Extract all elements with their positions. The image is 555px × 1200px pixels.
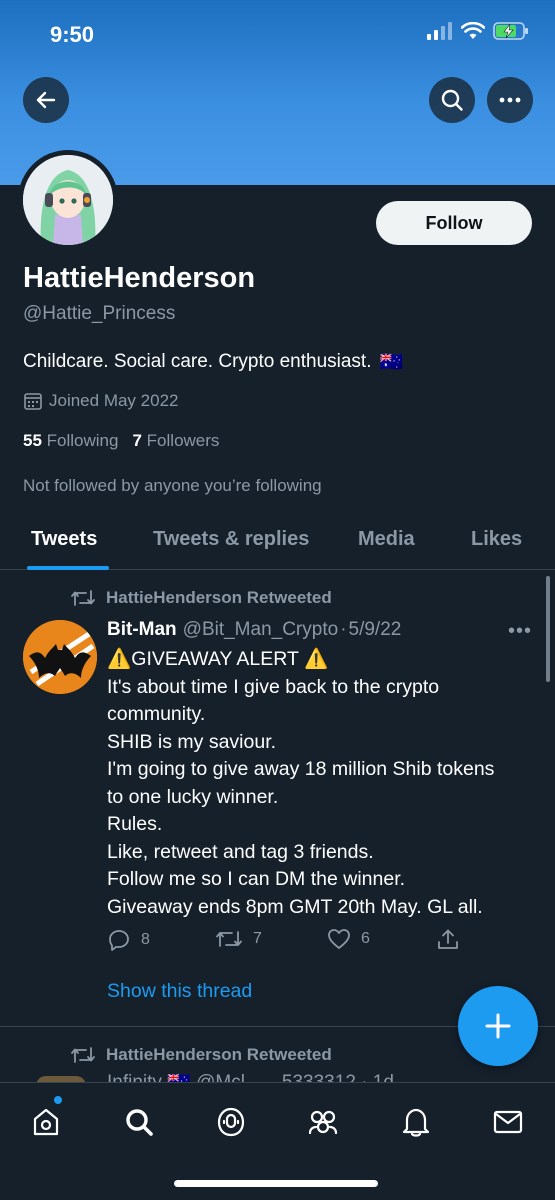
active-tab-indicator — [27, 566, 109, 570]
like-button[interactable]: 6 — [327, 928, 370, 950]
search-icon — [441, 89, 463, 111]
tweet-actions: 8 7 6 — [107, 928, 467, 954]
profile-tabs: Tweets Tweets & replies Media Likes — [0, 510, 555, 570]
home-indicator[interactable] — [174, 1180, 378, 1187]
tweet-meta-separator: · — [340, 619, 347, 640]
joined-text: Joined May 2022 — [49, 391, 179, 410]
joined-date: Joined May 2022 — [23, 391, 178, 411]
share-button[interactable] — [436, 928, 460, 952]
following-link[interactable]: 55 Following — [23, 431, 118, 451]
compose-tweet-button[interactable] — [458, 986, 538, 1066]
like-count: 6 — [361, 930, 370, 947]
plus-icon — [485, 1013, 511, 1039]
battery-charging-icon — [493, 22, 528, 40]
following-count: 55 — [23, 431, 42, 450]
home-icon — [33, 1108, 59, 1136]
tweet-header-partial-text: Infinity 🇦🇺 @Mcl...... 5333312 · 1d — [107, 1074, 487, 1082]
tweet-line: SHIB is my saviour. — [107, 730, 277, 753]
reply-button[interactable]: 8 — [107, 928, 150, 952]
tweet-author-handle[interactable]: @Bit_Man_Crypto — [183, 619, 339, 641]
following-label: Following — [46, 431, 119, 450]
nav-spaces[interactable] — [208, 1099, 254, 1145]
tweet-header-partial: Infinity 🇦🇺 @Mcl...... 5333312 · 1d — [107, 1074, 487, 1082]
show-thread-link[interactable]: Show this thread — [107, 980, 252, 1003]
more-button[interactable] — [487, 77, 533, 123]
tweet-line: Follow me so I can DM the winner. — [107, 868, 406, 890]
nav-home[interactable] — [23, 1099, 69, 1145]
search-button[interactable] — [429, 77, 475, 123]
not-followed-notice: Not followed by anyone you’re following — [23, 476, 322, 495]
tweet-line: Giveaway ends 8pm GMT 20th May. GL all. — [107, 895, 483, 918]
share-icon — [438, 929, 458, 949]
followers-link[interactable]: 7 Followers — [132, 431, 219, 451]
tweet-line: ⚠️GIVEAWAY ALERT ⚠️ — [107, 648, 329, 670]
retweet-icon — [71, 590, 95, 606]
retweet-icon — [71, 1047, 95, 1063]
retweet-indicator: HattieHenderson Retweeted — [70, 588, 332, 608]
tab-tweets[interactable]: Tweets — [31, 528, 97, 551]
tweet-header: Bit-Man @Bit_Man_Crypto · 5/9/22 — [107, 619, 401, 641]
retweet-button[interactable]: 7 — [215, 928, 262, 950]
tweet-line: Rules. — [107, 813, 163, 835]
nav-search[interactable] — [116, 1099, 162, 1145]
heart-icon — [328, 929, 350, 949]
bio-text: Childcare. Social care. Crypto enthusias… — [23, 351, 372, 372]
scrollbar[interactable] — [546, 576, 550, 682]
profile-handle: @Hattie_Princess — [23, 303, 176, 324]
tweet-line: community. — [107, 703, 206, 725]
status-bar: 9:50 — [0, 0, 555, 70]
retweet-count: 7 — [253, 930, 262, 947]
tweet-line: I'm going to give away 18 million Shib t… — [107, 758, 495, 780]
retweet-label: HattieHenderson Retweeted — [106, 588, 332, 607]
tweet-line: It's about time I give back to the crypt… — [107, 675, 440, 698]
reply-icon — [109, 930, 129, 951]
followers-label: Followers — [146, 431, 220, 450]
profile-display-name: HattieHenderson — [23, 262, 256, 294]
arrow-left-icon — [36, 91, 56, 109]
tab-media[interactable]: Media — [358, 528, 415, 551]
tweet-author-name[interactable]: Bit-Man — [107, 619, 177, 641]
retweet-label: HattieHenderson Retweeted — [106, 1045, 332, 1064]
reply-count: 8 — [141, 931, 150, 948]
retweet-icon — [216, 931, 242, 947]
home-notification-dot — [54, 1096, 62, 1104]
tab-likes[interactable]: Likes — [471, 528, 522, 551]
retweet-indicator: HattieHenderson Retweeted — [70, 1045, 332, 1065]
more-horizontal-icon — [499, 97, 521, 103]
back-button[interactable] — [23, 77, 69, 123]
status-icons — [427, 22, 529, 40]
tweet-text[interactable]: ⚠️GIVEAWAY ALERT ⚠️ It's about time I gi… — [107, 646, 537, 921]
signal-icon — [427, 22, 452, 40]
avatar-image — [23, 155, 113, 245]
follow-button[interactable]: Follow — [376, 201, 532, 245]
tab-tweets-replies[interactable]: Tweets & replies — [153, 528, 309, 551]
status-time: 9:50 — [50, 22, 95, 47]
calendar-icon — [24, 393, 42, 410]
tweet-line: Like, retweet and tag 3 friends. — [107, 840, 374, 863]
tweet-more-button[interactable]: ••• — [508, 620, 532, 643]
australia-flag-icon: 🇦🇺 — [379, 352, 404, 373]
follow-stats: 55 Following 7 Followers — [23, 431, 219, 451]
wifi-icon — [461, 22, 485, 39]
messages-icon — [493, 1110, 523, 1134]
followers-count: 7 — [132, 431, 142, 450]
nav-notifications[interactable] — [393, 1099, 439, 1145]
profile-avatar[interactable] — [18, 150, 118, 250]
tweet-author-avatar[interactable] — [23, 620, 97, 694]
nav-communities[interactable] — [300, 1099, 346, 1145]
tweet-line: to one lucky winner. — [107, 785, 279, 808]
communities-icon — [308, 1110, 338, 1135]
nav-messages[interactable] — [485, 1099, 531, 1145]
notifications-icon — [402, 1108, 430, 1137]
tweet-date[interactable]: 5/9/22 — [349, 619, 402, 641]
profile-bio: Childcare. Social care. Crypto enthusias… — [23, 350, 403, 374]
spaces-icon — [217, 1107, 245, 1137]
search-icon — [126, 1109, 153, 1136]
